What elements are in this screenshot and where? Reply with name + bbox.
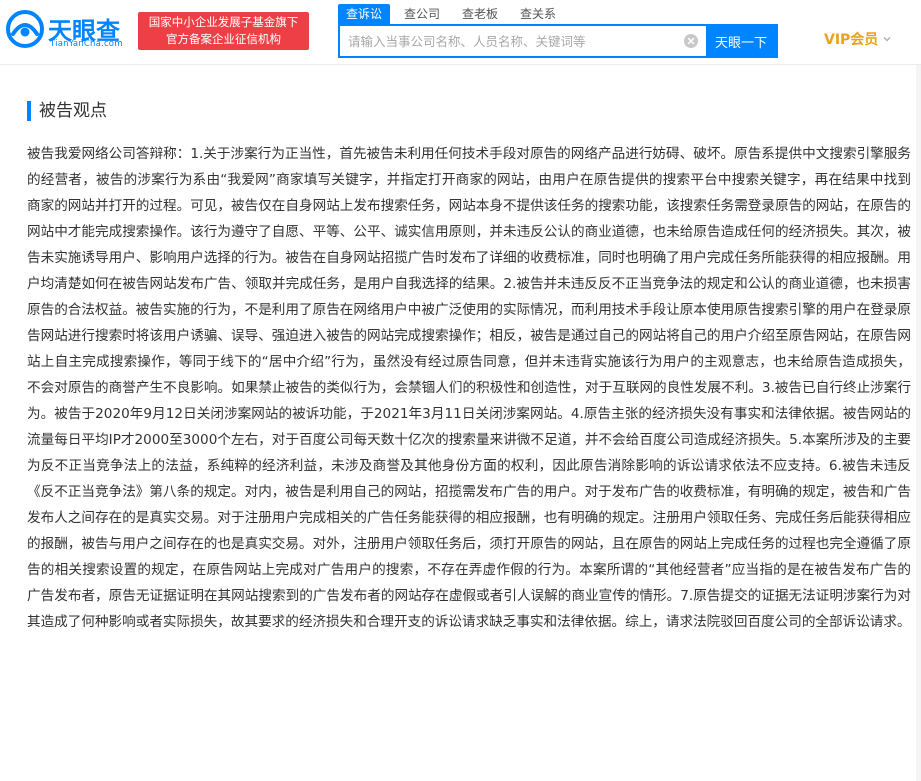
section-title: 被告观点: [27, 101, 107, 121]
eye-logo-icon: [6, 10, 44, 48]
tab-relation[interactable]: 查关系: [512, 4, 564, 24]
site-logo[interactable]: 天眼查 TianYanCha.com: [6, 10, 132, 50]
search-button[interactable]: 天眼一下: [706, 26, 776, 56]
search-input[interactable]: [340, 26, 676, 56]
vip-label: VIP会员: [824, 32, 879, 48]
tab-company[interactable]: 查公司: [396, 4, 448, 24]
search-tabs: 查诉讼 查公司 查老板 查关系: [338, 4, 570, 24]
main-content: 被告观点 被告我爱网络公司答辩称：1.关于涉案行为正当性，首先被告未利用任何技术…: [0, 65, 921, 781]
official-badge: 国家中小企业发展子基金旗下 官方备案企业征信机构: [138, 12, 309, 50]
chevron-down-icon: [883, 36, 891, 42]
scrollbar-track[interactable]: [916, 65, 921, 781]
badge-line-1: 国家中小企业发展子基金旗下: [148, 15, 299, 29]
search-area: 查诉讼 查公司 查老板 查关系 天眼一下: [338, 4, 778, 58]
defendant-argument-text: 被告我爱网络公司答辩称：1.关于涉案行为正当性，首先被告未利用任何技术手段对原告…: [27, 146, 911, 630]
top-header: 天眼查 TianYanCha.com 国家中小企业发展子基金旗下 官方备案企业征…: [0, 0, 921, 64]
tab-boss[interactable]: 查老板: [454, 4, 506, 24]
badge-line-2: 官方备案企业征信机构: [166, 32, 281, 46]
logo-domain: TianYanCha.com: [50, 39, 123, 49]
clear-circle-icon[interactable]: [676, 26, 706, 56]
tab-lawsuit[interactable]: 查诉讼: [338, 4, 391, 24]
vip-member-button[interactable]: VIP会员: [824, 29, 892, 49]
search-box: 天眼一下: [338, 24, 778, 58]
